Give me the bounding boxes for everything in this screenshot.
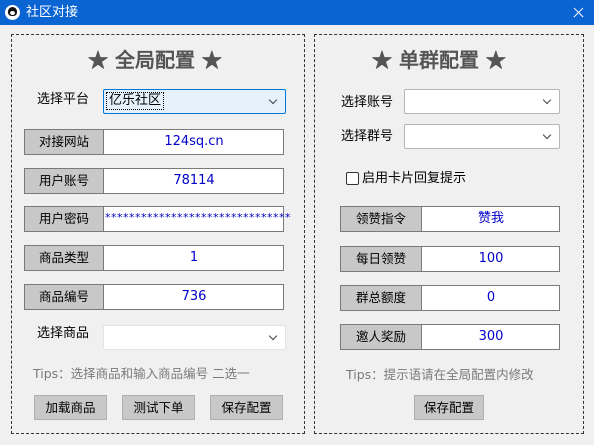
account-input[interactable]: 78114 <box>105 169 283 193</box>
title-bar: 社区对接 <box>0 0 594 25</box>
daily-likes-field: 每日领赞 100 <box>340 246 560 272</box>
group-select[interactable] <box>404 124 560 149</box>
close-button[interactable] <box>562 0 594 25</box>
password-field-label: 用户密码 <box>25 207 104 231</box>
product-type-input[interactable]: 1 <box>105 246 283 270</box>
password-field: 用户密码 ******************************* <box>24 206 291 232</box>
site-input[interactable]: 124sq.cn <box>105 130 283 154</box>
card-reply-checkbox[interactable] <box>346 172 359 185</box>
invite-reward-field: 邀人奖励 300 <box>340 324 560 350</box>
chevron-down-icon <box>268 95 278 105</box>
platform-select[interactable]: 亿乐社区 <box>103 89 286 114</box>
window-title: 社区对接 <box>26 5 79 20</box>
app-icon <box>5 5 20 20</box>
product-id-input[interactable]: 736 <box>105 285 283 309</box>
test-order-button[interactable]: 测试下单 <box>122 395 195 420</box>
invite-reward-input[interactable]: 300 <box>423 325 559 349</box>
product-select[interactable] <box>103 325 286 350</box>
like-command-field: 领赞指令 赞我 <box>340 206 560 232</box>
invite-reward-field-label: 邀人奖励 <box>341 325 422 349</box>
platform-label: 选择平台 <box>37 92 90 107</box>
chevron-down-icon <box>542 95 552 105</box>
platform-select-value: 亿乐社区 <box>106 92 165 110</box>
chevron-down-icon <box>268 331 278 341</box>
account-field-label: 用户账号 <box>25 169 104 193</box>
chevron-down-icon <box>542 130 552 140</box>
account-select[interactable] <box>404 89 560 114</box>
product-id-field: 商品编号 736 <box>24 284 284 310</box>
site-field-label: 对接网站 <box>25 130 104 154</box>
account-select-label: 选择账号 <box>341 95 394 110</box>
product-select-label: 选择商品 <box>37 326 90 341</box>
daily-likes-input[interactable]: 100 <box>423 247 559 271</box>
save-global-config-button[interactable]: 保存配置 <box>210 395 283 420</box>
password-input[interactable]: ******************************* <box>105 207 291 231</box>
like-command-field-label: 领赞指令 <box>341 207 422 231</box>
global-tips: Tips：选择商品和输入商品编号 二选一 <box>33 366 250 381</box>
group-select-label: 选择群号 <box>341 129 394 144</box>
product-type-field-label: 商品类型 <box>25 246 104 270</box>
like-command-input[interactable]: 赞我 <box>423 207 559 231</box>
save-group-config-button[interactable]: 保存配置 <box>414 395 484 420</box>
site-field: 对接网站 124sq.cn <box>24 129 284 155</box>
group-quota-field-label: 群总额度 <box>341 286 422 310</box>
group-quota-field: 群总额度 0 <box>340 285 560 311</box>
group-quota-input[interactable]: 0 <box>423 286 559 310</box>
global-config-heading: ★ 全局配置 ★ <box>88 48 222 72</box>
card-reply-label: 启用卡片回复提示 <box>362 171 467 186</box>
account-field: 用户账号 78114 <box>24 168 284 194</box>
daily-likes-field-label: 每日领赞 <box>341 247 422 271</box>
product-id-field-label: 商品编号 <box>25 285 104 309</box>
product-type-field: 商品类型 1 <box>24 245 284 271</box>
group-config-heading: ★ 单群配置 ★ <box>372 48 506 72</box>
load-products-button[interactable]: 加载商品 <box>34 395 107 420</box>
group-tips: Tips：提示语请在全局配置内修改 <box>346 367 534 382</box>
